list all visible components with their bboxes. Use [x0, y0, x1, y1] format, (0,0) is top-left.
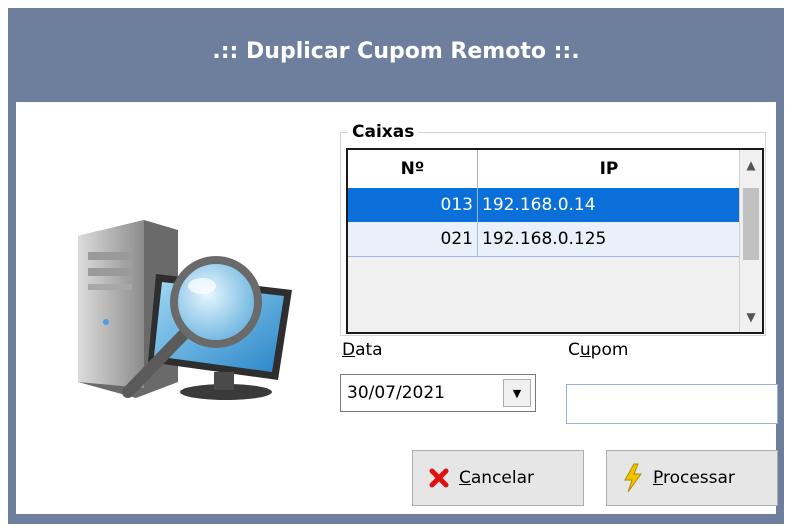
- cell-num: 021: [348, 222, 478, 256]
- data-label-accel: D: [342, 340, 356, 360]
- date-combobox[interactable]: 30/07/2021 ▼: [340, 374, 536, 412]
- cupom-label: Cupom: [568, 340, 628, 360]
- cupom-label-pre: C: [568, 340, 580, 360]
- grid-header: Nº IP: [348, 150, 740, 189]
- column-header-num[interactable]: Nº: [348, 150, 478, 188]
- x-icon: [419, 467, 459, 489]
- caixas-group: Caixas Nº IP 013 192.168.0.14 021 192.16…: [340, 122, 766, 336]
- table-row[interactable]: 021 192.168.0.125: [348, 222, 740, 257]
- column-header-ip[interactable]: IP: [478, 150, 740, 188]
- scroll-up-icon[interactable]: ▲: [740, 150, 762, 180]
- cupom-input[interactable]: [566, 384, 778, 424]
- caixas-grid[interactable]: Nº IP 013 192.168.0.14 021 192.168.0.125…: [346, 148, 764, 334]
- lightning-icon: [613, 463, 653, 493]
- process-button[interactable]: Processar: [606, 450, 778, 506]
- table-row[interactable]: 013 192.168.0.14: [348, 188, 740, 222]
- cancel-text: ancelar: [470, 468, 535, 488]
- process-text: rocessar: [662, 468, 735, 488]
- scroll-thumb[interactable]: [743, 188, 759, 260]
- date-value[interactable]: 30/07/2021: [341, 375, 499, 411]
- cell-ip: 192.168.0.125: [482, 229, 607, 249]
- cell-ip: 192.168.0.14: [482, 195, 596, 215]
- cancel-button-label: Cancelar: [459, 468, 534, 488]
- cancel-button[interactable]: Cancelar: [412, 450, 584, 506]
- dialog-title: .:: Duplicar Cupom Remoto ::.: [212, 38, 580, 64]
- data-label-text: ata: [355, 340, 383, 360]
- grid-vertical-scrollbar[interactable]: ▲ ▼: [739, 150, 762, 332]
- process-button-label: Processar: [653, 468, 735, 488]
- chevron-down-icon[interactable]: ▼: [503, 379, 531, 407]
- cell-num: 013: [348, 188, 478, 222]
- process-accel: P: [653, 468, 663, 488]
- cancel-accel: C: [459, 468, 471, 488]
- dialog-window: .:: Duplicar Cupom Remoto ::. Caixas Nº …: [8, 8, 784, 524]
- computer-search-icon: [78, 220, 292, 400]
- caixas-group-label: Caixas: [348, 122, 419, 142]
- dialog-body: Caixas Nº IP 013 192.168.0.14 021 192.16…: [16, 102, 778, 514]
- scroll-down-icon[interactable]: ▼: [740, 302, 762, 332]
- cupom-label-text: pom: [590, 340, 629, 360]
- data-label: Data: [342, 340, 383, 360]
- cupom-label-accel: u: [579, 340, 591, 360]
